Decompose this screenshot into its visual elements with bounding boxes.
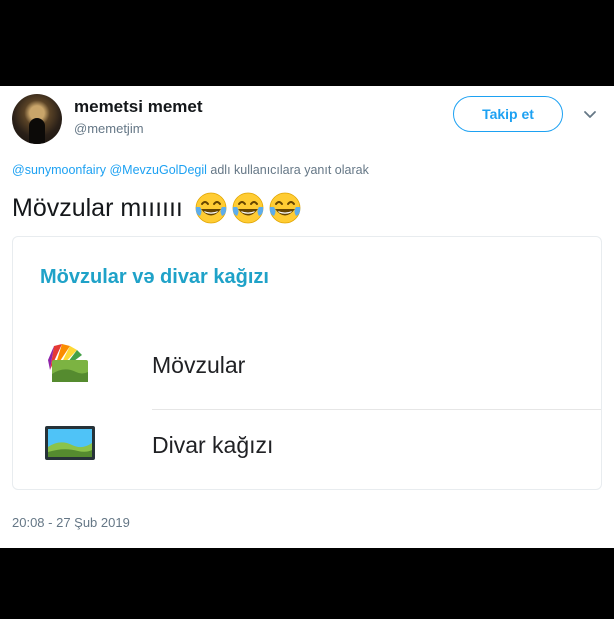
mention-link[interactable]: @sunymoonfairy [12,163,106,177]
tweet-text: Mövzular mıııııı [12,193,183,222]
chevron-down-icon[interactable] [582,106,598,122]
reply-context-text: adlı kullanıcılara yanıt olarak [210,163,369,177]
wallpaper-picture-icon [45,426,95,460]
card-item-wallpaper[interactable]: Divar kağızı [13,415,601,489]
card-divider [152,409,601,410]
card-item-themes[interactable]: Mövzular [13,325,601,415]
face-with-tears-of-joy-icon [195,192,227,224]
emoji-group [193,190,303,226]
avatar[interactable] [12,94,62,144]
card-title: Mövzular və divar kağızı [40,266,269,288]
follow-button[interactable]: Takip et [453,96,563,132]
reply-context: @sunymoonfairy @MevzuGolDegil adlı kulla… [12,163,369,177]
tweet-card: memetsi memet @memetjim Takip et @sunymo… [0,86,614,548]
author-handle[interactable]: @memetjim [74,121,144,136]
card-item-label: Divar kağızı [152,432,274,458]
embedded-screenshot-card[interactable]: Mövzular və divar kağızı Mövzular Divar … [12,236,602,490]
themes-palette-icon [48,344,88,382]
tweet-body: Mövzular mıııııı [12,190,303,226]
author-display-name[interactable]: memetsi memet [74,97,203,117]
face-with-tears-of-joy-icon [232,192,264,224]
face-with-tears-of-joy-icon [269,192,301,224]
mention-link[interactable]: @MevzuGolDegil [109,163,206,177]
card-item-label: Mövzular [152,352,246,378]
tweet-timestamp[interactable]: 20:08 - 27 Şub 2019 [12,515,130,530]
